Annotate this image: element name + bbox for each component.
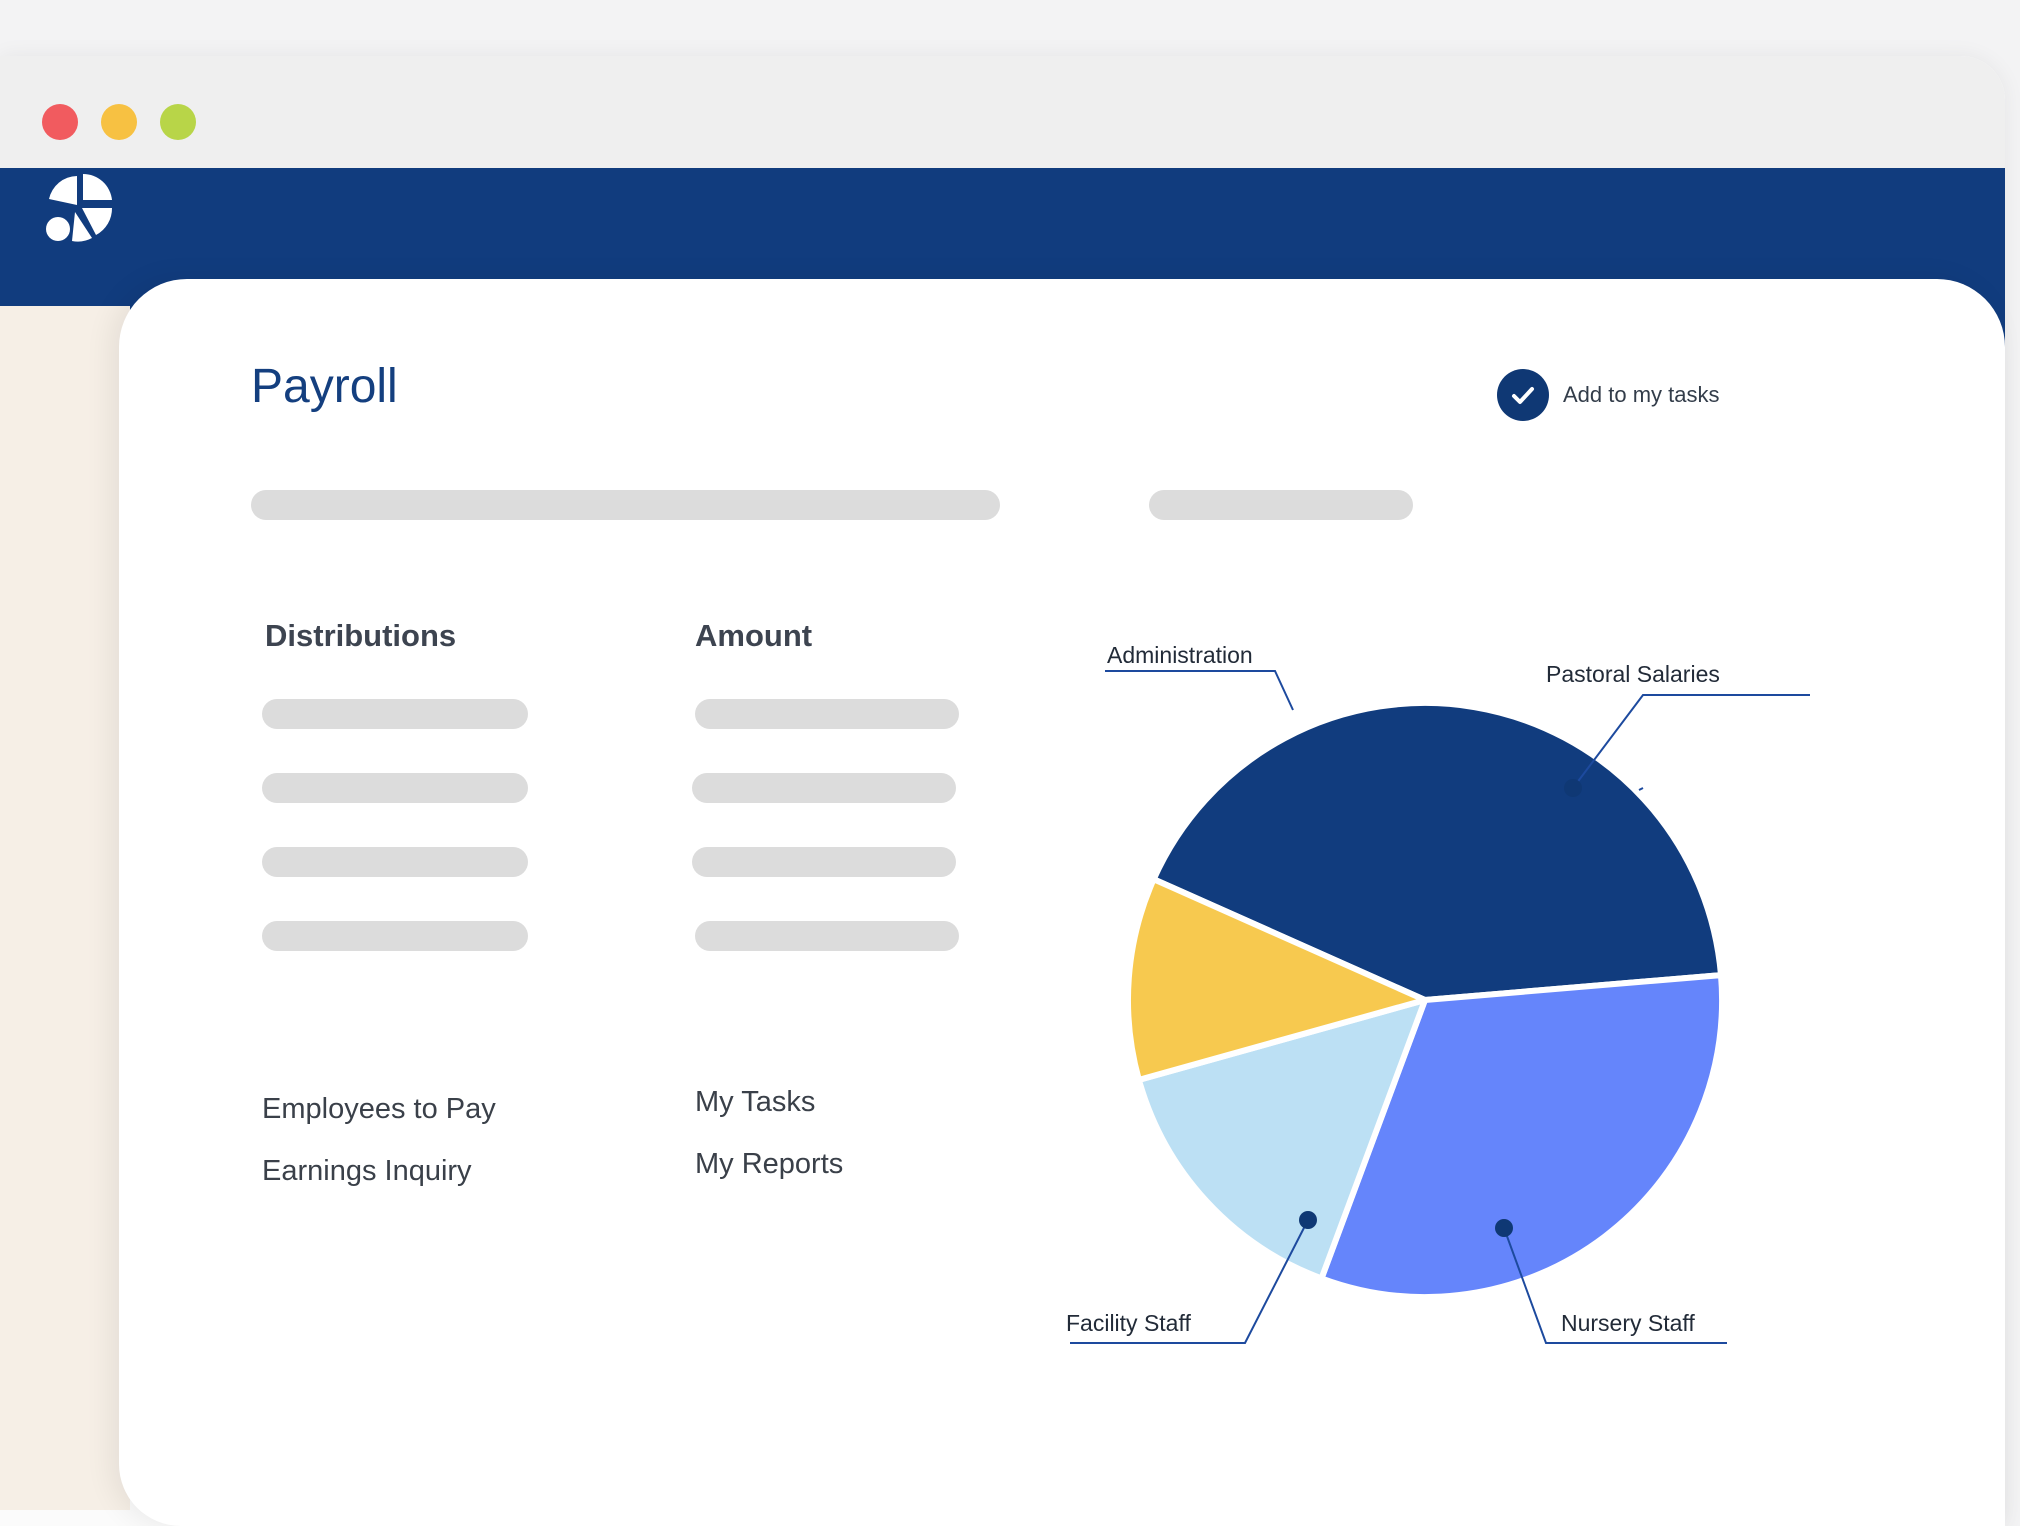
administration-label: Administration (1107, 642, 1253, 668)
sidebar-panel (0, 306, 130, 1510)
facility-staff-label: Facility Staff (1066, 1310, 1191, 1336)
placeholder-bar (251, 490, 1000, 520)
facility-staff-marker (1299, 1211, 1317, 1229)
distribution-cell-placeholder (262, 847, 528, 877)
maximize-window-button[interactable] (160, 104, 196, 140)
page-title: Payroll (251, 360, 398, 413)
window-titlebar (0, 56, 2005, 168)
distributions-column-header: Distributions (265, 618, 457, 653)
pie-logo-icon[interactable] (42, 170, 116, 244)
nursery-staff-label: Nursery Staff (1561, 1310, 1695, 1336)
add-to-tasks-button[interactable]: Add to my tasks (1497, 367, 1720, 423)
my-reports-link[interactable]: My Reports (695, 1148, 843, 1181)
payroll-pie-chart: Administration Pastoral Salaries Nursery… (1066, 642, 1810, 1344)
amount-cell-placeholder (695, 921, 959, 951)
earnings-inquiry-link[interactable]: Earnings Inquiry (262, 1155, 472, 1188)
my-tasks-link[interactable]: My Tasks (695, 1086, 815, 1119)
amount-cell-placeholder (692, 773, 956, 803)
distribution-cell-placeholder (262, 773, 528, 803)
amount-column-header: Amount (695, 618, 813, 653)
pastoral-salaries-marker (1564, 779, 1582, 797)
employees-to-pay-link[interactable]: Employees to Pay (262, 1093, 496, 1126)
nursery-staff-marker (1495, 1219, 1513, 1237)
amount-cell-placeholder (695, 699, 959, 729)
amount-cell-placeholder (692, 847, 956, 877)
distribution-cell-placeholder (262, 921, 528, 951)
minimize-window-button[interactable] (101, 104, 137, 140)
pastoral-salaries-label: Pastoral Salaries (1546, 661, 1720, 687)
distribution-cell-placeholder (262, 699, 528, 729)
check-circle-icon (1497, 369, 1549, 421)
placeholder-bar (1149, 490, 1413, 520)
close-window-button[interactable] (42, 104, 78, 140)
add-to-tasks-label: Add to my tasks (1563, 382, 1720, 407)
